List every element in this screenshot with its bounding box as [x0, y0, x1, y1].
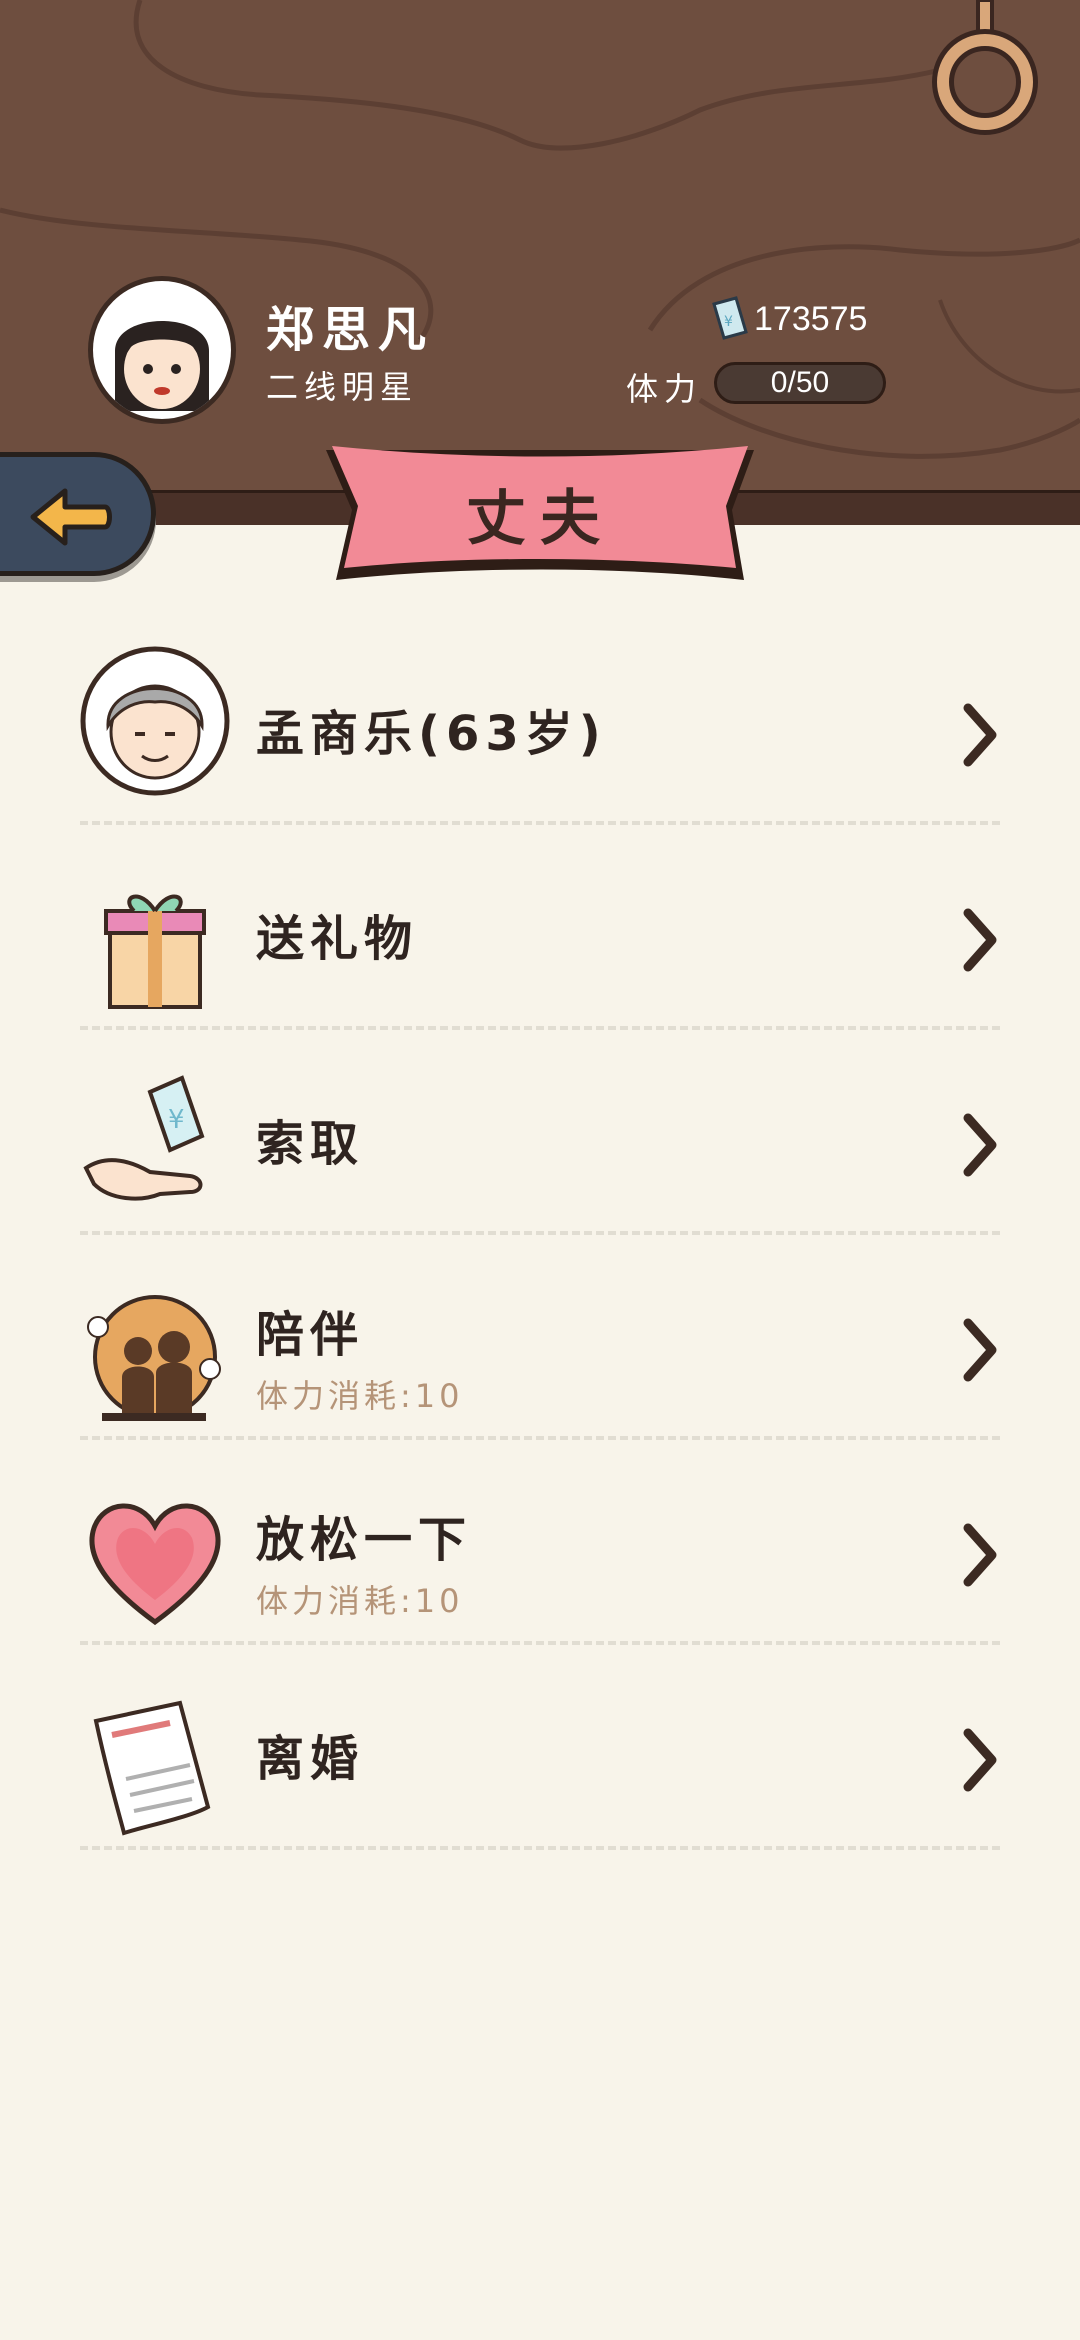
- svg-text:¥: ¥: [724, 314, 733, 330]
- list-item-request[interactable]: ¥ 索取: [80, 1030, 1000, 1235]
- companion-icon: [87, 1295, 221, 1421]
- chevron-right-icon: [963, 1318, 997, 1382]
- list-item-husband[interactable]: 孟商乐(63岁): [80, 620, 1000, 825]
- gift-label: 送礼物: [256, 911, 419, 967]
- back-arrow-icon: [30, 488, 112, 546]
- money-hand-icon: ¥: [83, 1075, 205, 1201]
- money-note-icon: ¥: [712, 296, 748, 340]
- chevron-right-icon: [963, 703, 997, 767]
- husband-avatar-icon: [80, 646, 230, 796]
- stamina-bar: 0/50: [714, 362, 886, 404]
- stamina-label: 体力: [626, 370, 703, 408]
- list-item-gift[interactable]: 送礼物: [80, 825, 1000, 1030]
- companion-stamina-cost: 体力消耗:10: [256, 1377, 464, 1415]
- heart-icon: [89, 1503, 221, 1626]
- money-amount: 173575: [754, 300, 868, 338]
- gift-icon: [104, 894, 206, 1009]
- chevron-right-icon: [963, 908, 997, 972]
- player-name: 郑思凡: [266, 302, 435, 358]
- companion-label: 陪伴: [256, 1307, 365, 1363]
- relax-label: 放松一下: [256, 1512, 473, 1568]
- request-label: 索取: [256, 1116, 365, 1172]
- list-item-companion[interactable]: 陪伴 体力消耗:10: [80, 1235, 1000, 1440]
- chevron-right-icon: [963, 1523, 997, 1587]
- svg-text:¥: ¥: [168, 1105, 185, 1135]
- chevron-right-icon: [963, 1113, 997, 1177]
- page-title: 丈夫: [466, 484, 614, 554]
- husband-name-age: 孟商乐(63岁): [256, 706, 607, 762]
- relax-stamina-cost: 体力消耗:10: [256, 1582, 464, 1620]
- chevron-right-icon: [963, 1728, 997, 1792]
- divorce-label: 离婚: [256, 1731, 365, 1787]
- back-button[interactable]: [0, 452, 156, 576]
- hanging-ring-icon: [932, 0, 1038, 135]
- divorce-certificate-icon: [93, 1700, 211, 1836]
- player-avatar[interactable]: [88, 276, 236, 424]
- player-face-icon: [115, 321, 209, 411]
- list-item-divorce[interactable]: 离婚: [80, 1645, 1000, 1850]
- list-item-relax[interactable]: 放松一下 体力消耗:10: [80, 1440, 1000, 1645]
- player-title: 二线明星: [266, 368, 419, 406]
